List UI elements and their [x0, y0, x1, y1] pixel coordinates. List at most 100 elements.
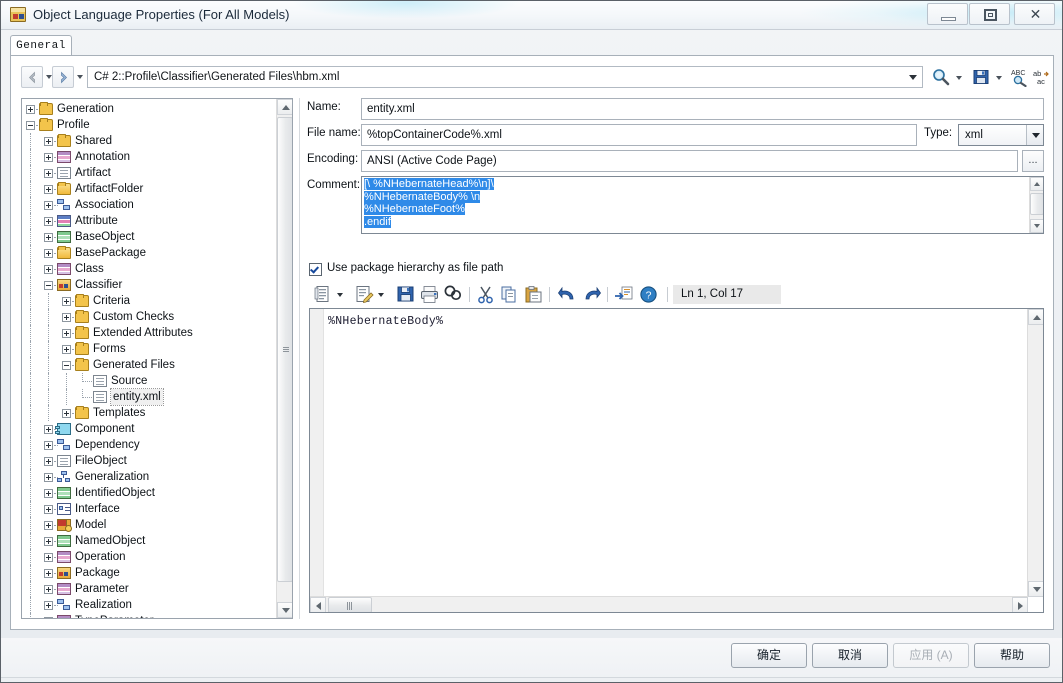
tree-item-shared[interactable]: Shared: [22, 133, 278, 149]
tree-item-identifiedobject[interactable]: IdentifiedObject: [22, 485, 278, 501]
new-document-caret-icon[interactable]: [337, 293, 343, 297]
spellcheck-icon[interactable]: ABC: [1009, 67, 1029, 87]
tree-item-dependency[interactable]: Dependency: [22, 437, 278, 453]
tree-expander-expand[interactable]: [44, 233, 53, 242]
save-icon[interactable]: [971, 67, 991, 87]
editor-horizontal-scrollbar[interactable]: [310, 596, 1028, 612]
editor-hscroll-thumb[interactable]: [328, 597, 372, 612]
tree-expander-collapse[interactable]: [26, 121, 35, 130]
tree-item-criteria[interactable]: Criteria: [22, 293, 278, 309]
tree-expander-expand[interactable]: [44, 553, 53, 562]
minimize-button[interactable]: [927, 3, 968, 25]
redo-icon[interactable]: [581, 284, 602, 305]
editor-scroll-left-button[interactable]: [310, 597, 326, 612]
tree-expander-expand[interactable]: [44, 457, 53, 466]
tree-item-templates[interactable]: Templates: [22, 405, 278, 421]
maximize-button[interactable]: [969, 3, 1010, 25]
tree-expander-collapse[interactable]: [62, 361, 71, 370]
tree-item-namedobject[interactable]: NamedObject: [22, 533, 278, 549]
cancel-button[interactable]: 取消: [812, 643, 888, 668]
tree-item-generated-files[interactable]: Generated Files: [22, 357, 278, 373]
tree-expander-expand[interactable]: [44, 569, 53, 578]
tree-expander-expand[interactable]: [44, 441, 53, 450]
encoding-input[interactable]: ANSI (Active Code Page): [361, 150, 1018, 172]
tree-item-operation[interactable]: Operation: [22, 549, 278, 565]
back-button[interactable]: [21, 66, 43, 88]
apply-button[interactable]: 应用 (A): [893, 643, 969, 668]
print-icon[interactable]: [419, 284, 440, 305]
editor-content[interactable]: %NHebernateBody%: [328, 315, 443, 328]
paste-icon[interactable]: [523, 284, 544, 305]
tree-expander-expand[interactable]: [44, 585, 53, 594]
tree-item-artifactfolder[interactable]: ArtifactFolder: [22, 181, 278, 197]
tree-item-association[interactable]: Association: [22, 197, 278, 213]
cut-icon[interactable]: [475, 284, 496, 305]
tree-item-model[interactable]: Model: [22, 517, 278, 533]
tree-expander-expand[interactable]: [44, 201, 53, 210]
comment-vertical-scrollbar[interactable]: [1029, 177, 1043, 233]
find-icon[interactable]: [443, 284, 464, 305]
tree-expander-expand[interactable]: [44, 249, 53, 258]
tab-general[interactable]: General: [10, 35, 72, 56]
object-tree[interactable]: Generation Profile Shared Annotation Artifac…: [22, 99, 278, 618]
tree-item-profile[interactable]: Profile: [22, 117, 278, 133]
chevron-down-icon[interactable]: [1026, 125, 1043, 145]
filename-input[interactable]: %topContainerCode%.xml: [361, 124, 917, 146]
comment-textarea[interactable]: [\ %NHebernateHead%\n]\ %NHebernateBody% …: [361, 176, 1044, 234]
path-input[interactable]: C# 2::Profile\Classifier\Generated Files…: [87, 66, 923, 88]
tree-expander-expand[interactable]: [62, 409, 71, 418]
tree-item-entity-xml[interactable]: entity.xml: [22, 388, 278, 406]
tree-expander-expand[interactable]: [44, 505, 53, 514]
tree-item-baseobject[interactable]: BaseObject: [22, 229, 278, 245]
ok-button[interactable]: 确定: [731, 643, 807, 668]
tree-item-package[interactable]: Package: [22, 565, 278, 581]
search-dropdown-caret-icon[interactable]: [956, 76, 962, 80]
tree-expander-expand[interactable]: [44, 137, 53, 146]
tree-item-fileobject[interactable]: FileObject: [22, 453, 278, 469]
tree-expander-collapse[interactable]: [44, 281, 53, 290]
comment-scroll-up-button[interactable]: [1030, 177, 1043, 191]
tree-expander-expand[interactable]: [44, 537, 53, 546]
tree-item-forms[interactable]: Forms: [22, 341, 278, 357]
tree-item-basepackage[interactable]: BasePackage: [22, 245, 278, 261]
tree-expander-expand[interactable]: [44, 473, 53, 482]
tree-item-generalization[interactable]: Generalization: [22, 469, 278, 485]
tree-item-interface[interactable]: Interface: [22, 501, 278, 517]
tree-item-realization[interactable]: Realization: [22, 597, 278, 613]
comment-scroll-thumb[interactable]: [1030, 193, 1043, 215]
forward-history-caret-icon[interactable]: [77, 75, 83, 79]
editor-scroll-right-button[interactable]: [1012, 597, 1028, 612]
tree-expander-expand[interactable]: [44, 601, 53, 610]
path-dropdown-caret-icon[interactable]: [909, 75, 917, 80]
tree-item-class[interactable]: Class: [22, 261, 278, 277]
close-button[interactable]: ✕: [1014, 3, 1055, 25]
tree-expander-expand[interactable]: [44, 489, 53, 498]
tree-item-classifier[interactable]: Classifier: [22, 277, 278, 293]
editor-vertical-scrollbar[interactable]: [1027, 309, 1043, 597]
replace-icon[interactable]: ab ac: [1032, 67, 1052, 87]
tree-item-typeparameter[interactable]: TypeParameter: [22, 613, 278, 618]
tree-scroll-up-button[interactable]: [277, 99, 292, 115]
comment-scroll-down-button[interactable]: [1030, 219, 1043, 233]
tree-item-artifact[interactable]: Artifact: [22, 165, 278, 181]
tree-expander-expand[interactable]: [44, 217, 53, 226]
tree-expander-expand[interactable]: [44, 169, 53, 178]
tree-expander-expand[interactable]: [44, 153, 53, 162]
type-select[interactable]: xml: [958, 124, 1044, 146]
help-icon[interactable]: ?: [638, 284, 659, 305]
tree-item-generation[interactable]: Generation: [22, 101, 278, 117]
name-input[interactable]: entity.xml: [361, 98, 1044, 120]
tree-expander-expand[interactable]: [62, 329, 71, 338]
tree-item-annotation[interactable]: Annotation: [22, 149, 278, 165]
editor-scroll-up-button[interactable]: [1028, 309, 1043, 325]
help-button[interactable]: 帮助: [974, 643, 1050, 668]
tree-expander-expand[interactable]: [44, 617, 53, 618]
tree-item-parameter[interactable]: Parameter: [22, 581, 278, 597]
open-template-caret-icon[interactable]: [378, 293, 384, 297]
tree-expander-expand[interactable]: [44, 521, 53, 530]
encoding-browse-button[interactable]: ...: [1022, 150, 1044, 172]
save-dropdown-caret-icon[interactable]: [996, 76, 1002, 80]
panel-splitter[interactable]: [297, 98, 303, 619]
template-editor[interactable]: %NHebernateBody%: [309, 308, 1044, 613]
tree-scroll-thumb[interactable]: [277, 117, 292, 582]
